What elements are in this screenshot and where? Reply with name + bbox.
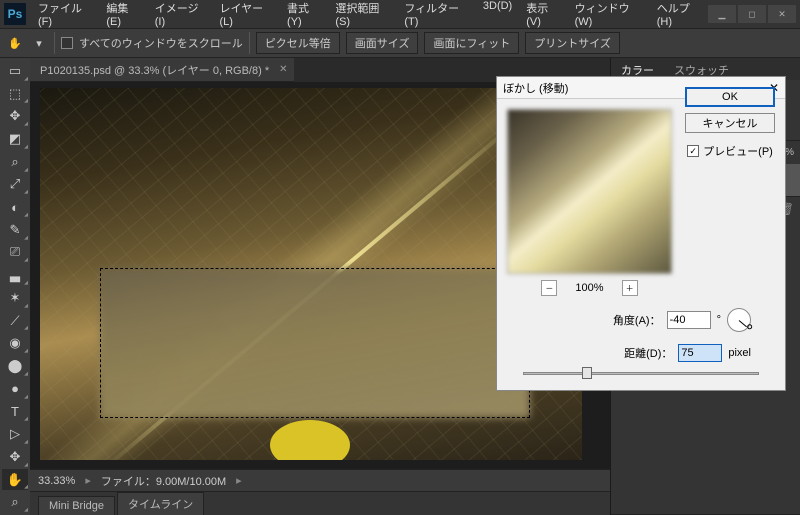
window-controls: ▁ ◻ ✕ [708, 5, 796, 23]
pen-tool[interactable]: ● [2, 378, 28, 400]
move-tool[interactable]: ▭ [2, 60, 28, 82]
preview-checkbox-label: プレビュー(P) [703, 143, 773, 159]
healing-tool[interactable]: ◐ [2, 196, 28, 218]
distance-row: 距離(D)： pixel [507, 344, 775, 362]
lasso-tool[interactable]: ✥ [2, 105, 28, 127]
zoom-in-icon[interactable]: ＋ [622, 280, 638, 296]
document-tab[interactable]: P1020135.psd @ 33.3% (レイヤー 0, RGB/8) * ✕ [30, 58, 294, 82]
tab-timeline[interactable]: タイムライン [117, 492, 204, 515]
preview-checkbox[interactable]: ✓ [687, 145, 699, 157]
slider-thumb[interactable] [582, 367, 592, 379]
bottom-tabs: Mini Bridge タイムライン [30, 491, 610, 515]
degree-symbol: ° [717, 314, 721, 326]
scroll-all-label: すべてのウィンドウをスクロール [79, 35, 243, 51]
fit-on-screen-button[interactable]: 画面にフィット [424, 32, 519, 54]
scroll-all-checkbox[interactable] [61, 37, 73, 49]
angle-label: 角度(A)： [613, 312, 661, 328]
options-bar: ✋ ▾ すべてのウィンドウをスクロール ピクセル等倍 画面サイズ 画面にフィット… [0, 28, 800, 58]
hand-tool[interactable]: ✋ [2, 469, 28, 491]
menu-view[interactable]: 表示(V) [520, 0, 566, 32]
document-close-icon[interactable]: ✕ [279, 64, 287, 75]
filter-preview[interactable] [507, 109, 672, 274]
app-logo: Ps [4, 3, 26, 25]
zoom-out-icon[interactable]: － [541, 280, 557, 296]
dialog-title: ぼかし (移動) [503, 80, 568, 96]
distance-input[interactable] [678, 344, 722, 362]
status-bar: 33.33% ▸ ファイル：9.00M/10.00M ▸ [30, 469, 610, 491]
dodge-tool[interactable]: ⬤ [2, 355, 28, 377]
titlebar: Ps ファイル(F) 編集(E) イメージ(I) レイヤー(L) 書式(Y) 選… [0, 0, 800, 28]
angle-dial[interactable] [727, 308, 751, 332]
menu-window[interactable]: ウィンドウ(W) [569, 0, 649, 32]
eraser-tool[interactable]: ✶ [2, 287, 28, 309]
menu-file[interactable]: ファイル(F) [32, 0, 98, 32]
separator [249, 32, 250, 54]
ok-button[interactable]: OK [685, 87, 775, 107]
minimize-button[interactable]: ▁ [708, 5, 736, 23]
toolbox: ▭ ⬚ ✥ ◩ ⌕ ⤢ ◐ ✎ ⎚ ▃ ✶ ⟋ ◉ ⬤ ● T ▷ ✥ ✋ ⌕ [0, 58, 30, 515]
type-tool[interactable]: T [2, 401, 28, 423]
menu-3d[interactable]: 3D(D) [477, 0, 518, 32]
menu-image[interactable]: イメージ(I) [149, 0, 212, 32]
menu-help[interactable]: ヘルプ(H) [651, 0, 708, 32]
menu-layer[interactable]: レイヤー(L) [214, 0, 280, 32]
menubar: ファイル(F) 編集(E) イメージ(I) レイヤー(L) 書式(Y) 選択範囲… [32, 0, 708, 32]
shape-tool[interactable]: ✥ [2, 446, 28, 468]
distance-unit: pixel [728, 347, 751, 359]
crop-tool[interactable]: ⌕ [2, 151, 28, 173]
zoom-level: 100% [575, 282, 603, 294]
dialog-buttons: OK キャンセル ✓ プレビュー(P) [685, 87, 775, 159]
hand-tool-icon: ✋ [6, 34, 24, 52]
path-select-tool[interactable]: ▷ [2, 423, 28, 445]
distance-slider[interactable] [523, 366, 759, 380]
separator [54, 32, 55, 54]
slider-track [523, 372, 759, 375]
cancel-button[interactable]: キャンセル [685, 113, 775, 133]
menu-select[interactable]: 選択範囲(S) [329, 0, 396, 32]
print-size-button[interactable]: プリントサイズ [525, 32, 620, 54]
zoom-tool[interactable]: ⌕ [2, 491, 28, 513]
tool-preset-dropdown-icon[interactable]: ▾ [30, 34, 48, 52]
angle-row: 角度(A)： ° [507, 308, 775, 332]
actual-pixels-button[interactable]: ピクセル等倍 [256, 32, 340, 54]
close-button[interactable]: ✕ [768, 5, 796, 23]
status-zoom[interactable]: 33.33% [38, 475, 75, 487]
marquee-tool[interactable]: ⬚ [2, 83, 28, 105]
motion-blur-dialog: ぼかし (移動) ✕ OK キャンセル ✓ プレビュー(P) － 100% ＋ … [496, 76, 786, 391]
history-brush-tool[interactable]: ▃ [2, 264, 28, 286]
dialog-body: OK キャンセル ✓ プレビュー(P) － 100% ＋ 角度(A)： ° 距離… [497, 99, 785, 390]
tab-minibridge[interactable]: Mini Bridge [38, 496, 115, 515]
restore-button[interactable]: ◻ [738, 5, 766, 23]
menu-filter[interactable]: フィルター(T) [398, 0, 475, 32]
gradient-tool[interactable]: ⟋ [2, 310, 28, 332]
distance-label: 距離(D)： [624, 345, 672, 361]
selection-marquee [100, 268, 530, 418]
document-tab-label: P1020135.psd @ 33.3% (レイヤー 0, RGB/8) * [40, 62, 269, 78]
quick-select-tool[interactable]: ◩ [2, 128, 28, 150]
stamp-tool[interactable]: ⎚ [2, 242, 28, 264]
fit-screen-button[interactable]: 画面サイズ [346, 32, 419, 54]
status-file-info: ファイル：9.00M/10.00M [101, 473, 226, 489]
preview-zoom-controls: － 100% ＋ [507, 280, 672, 296]
menu-type[interactable]: 書式(Y) [281, 0, 327, 32]
menu-edit[interactable]: 編集(E) [100, 0, 146, 32]
angle-input[interactable] [667, 311, 711, 329]
blur-tool[interactable]: ◉ [2, 332, 28, 354]
brush-tool[interactable]: ✎ [2, 219, 28, 241]
eyedropper-tool[interactable]: ⤢ [2, 174, 28, 196]
